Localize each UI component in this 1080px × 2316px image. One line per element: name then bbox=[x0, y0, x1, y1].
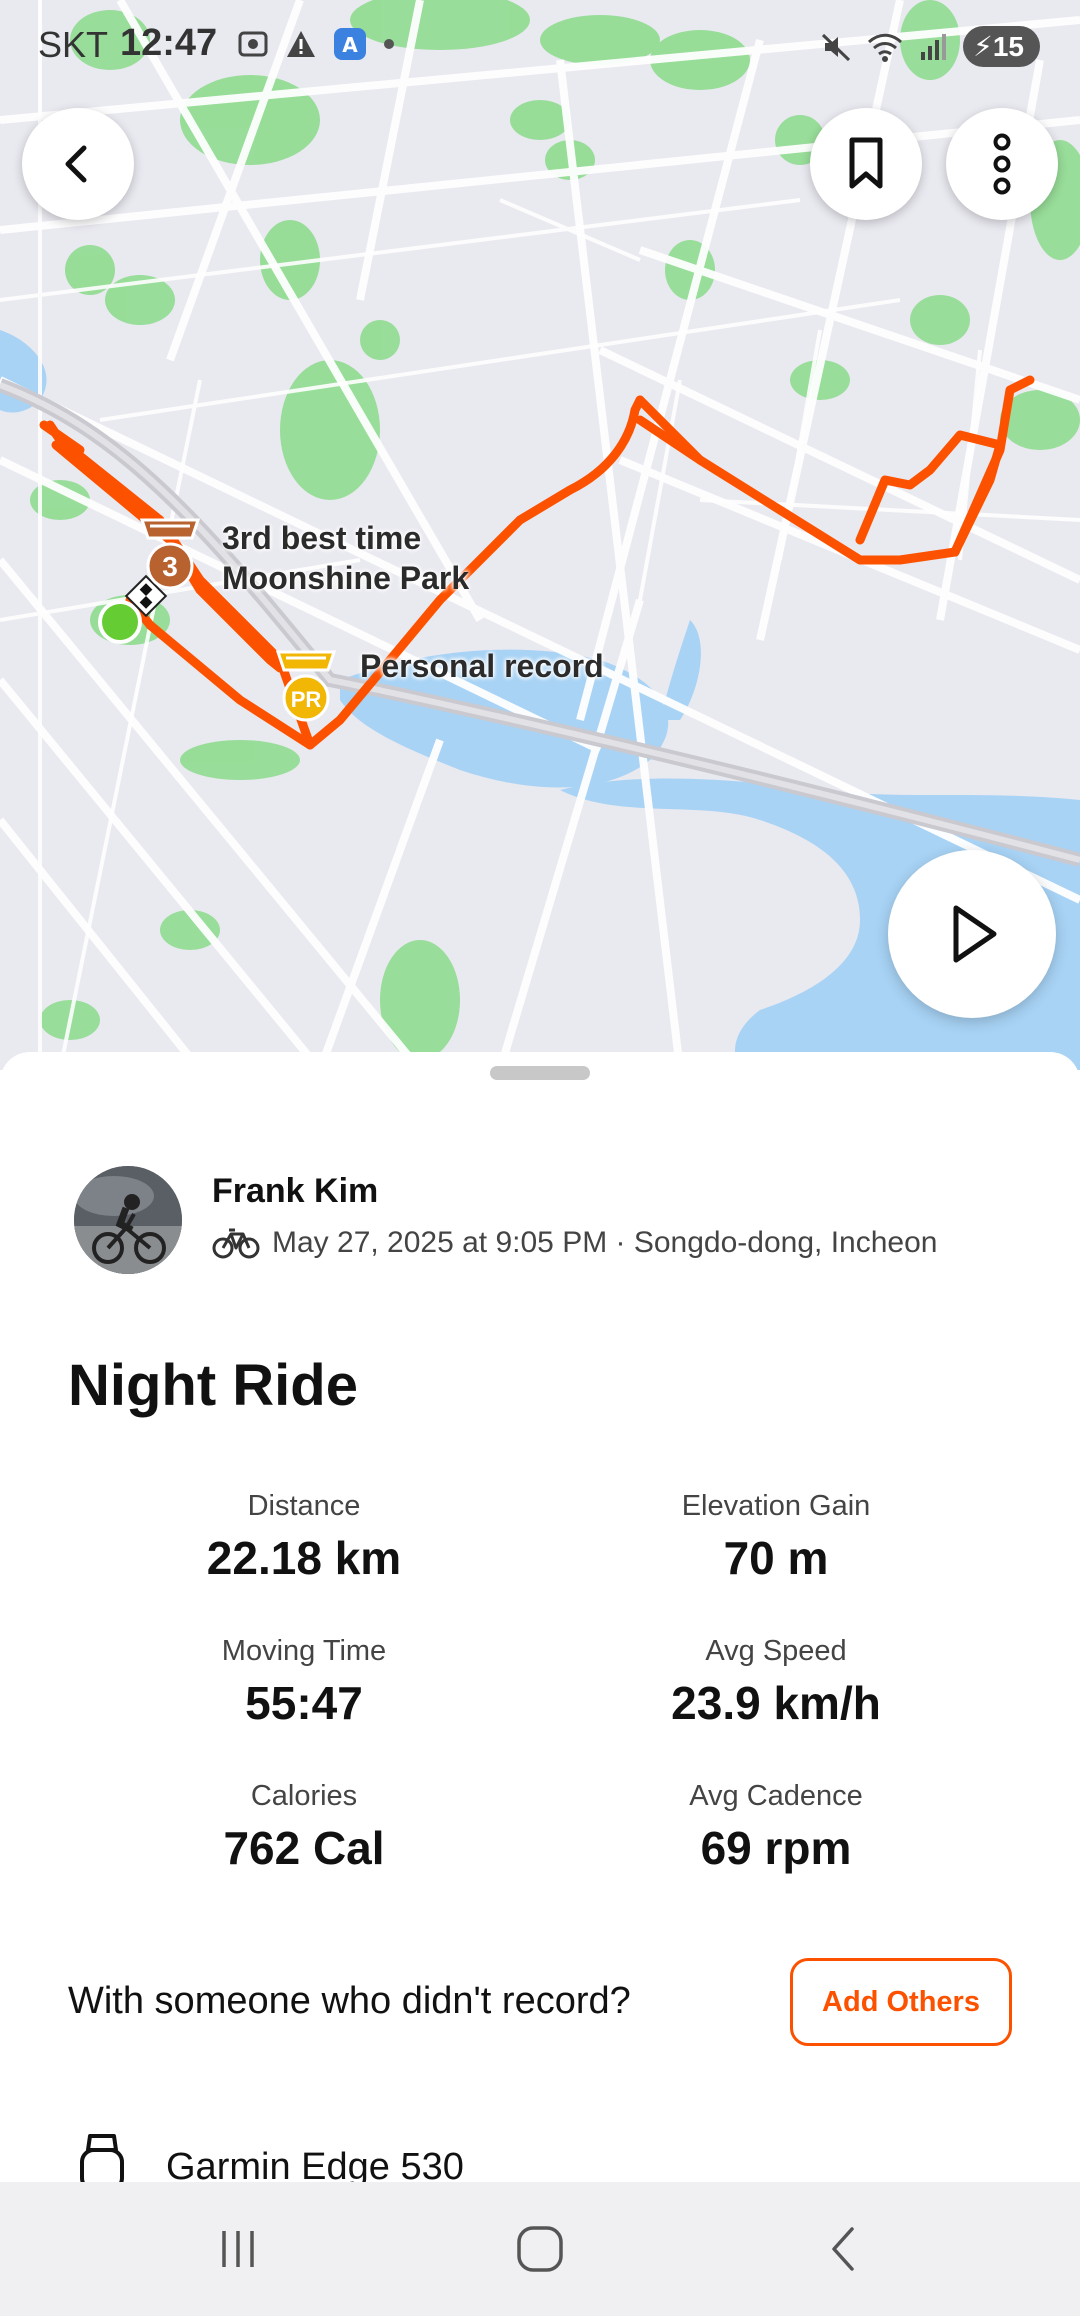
bike-icon bbox=[212, 1228, 260, 1259]
stat-label: Distance bbox=[247, 1490, 361, 1522]
third-badge-label: 3 bbox=[162, 551, 178, 582]
personal-record-label: Personal record bbox=[360, 648, 604, 684]
avatar[interactable] bbox=[74, 1166, 182, 1274]
stat-avg-cadence: Avg Cadence 69 rpm bbox=[566, 1780, 986, 1875]
carrier-label: SKT bbox=[38, 24, 109, 65]
third-best-badge[interactable]: 3 bbox=[136, 516, 204, 597]
signal-icon bbox=[921, 33, 947, 60]
route-map[interactable]: SKT 12:47 A ⚡15 3 3rd best time Moonshin… bbox=[0, 0, 1080, 1070]
stat-label: Avg Speed bbox=[705, 1635, 847, 1667]
bookmark-icon bbox=[849, 137, 883, 189]
recent-apps-button[interactable] bbox=[198, 2216, 278, 2282]
add-others-button[interactable]: Add Others bbox=[790, 1958, 1012, 2046]
stat-elevation-gain: Elevation Gain 70 m bbox=[566, 1490, 986, 1585]
play-icon bbox=[953, 905, 997, 963]
personal-record-badge[interactable]: PR bbox=[272, 648, 340, 729]
bookmark-button[interactable] bbox=[810, 108, 922, 220]
system-nav-bar bbox=[0, 2182, 1080, 2316]
warning-icon bbox=[287, 31, 315, 57]
athlete-name[interactable]: Frank Kim bbox=[212, 1172, 378, 1211]
system-back-button[interactable] bbox=[804, 2216, 884, 2282]
back-arrow-icon bbox=[65, 145, 87, 183]
segment-rank-label: 3rd best time bbox=[222, 520, 422, 556]
svg-text:A: A bbox=[342, 33, 358, 57]
bronze-medal-icon: 3 bbox=[139, 518, 201, 590]
pr-medal-icon: PR bbox=[275, 650, 337, 722]
status-system-icons: ⚡15 bbox=[819, 26, 1040, 67]
stat-label: Calories bbox=[250, 1780, 358, 1812]
add-others-prompt: With someone who didn't record? bbox=[68, 1980, 631, 2022]
stat-moving-time: Moving Time 55:47 bbox=[94, 1635, 514, 1730]
back-chevron-icon bbox=[832, 2227, 854, 2271]
stat-calories: Calories 762 Cal bbox=[94, 1780, 514, 1875]
stat-value: 22.18 km bbox=[206, 1532, 402, 1584]
pr-badge-label: PR bbox=[291, 687, 322, 712]
stat-label: Elevation Gain bbox=[681, 1490, 871, 1522]
stat-value: 23.9 km/h bbox=[671, 1677, 881, 1729]
status-bar: SKT 12:47 A ⚡15 bbox=[0, 0, 1080, 96]
status-notification-icons: A bbox=[236, 26, 396, 62]
stat-value: 55:47 bbox=[245, 1677, 363, 1729]
wifi-icon bbox=[868, 33, 903, 62]
watch-icon bbox=[80, 2134, 124, 2182]
activity-title: Night Ride bbox=[68, 1353, 358, 1418]
battery-indicator: ⚡15 bbox=[963, 26, 1040, 67]
activity-meta: May 27, 2025 at 9:05 PM · Songdo-dong, I… bbox=[212, 1226, 937, 1260]
screenshot-icon bbox=[238, 31, 268, 57]
stat-avg-speed: Avg Speed 23.9 km/h bbox=[566, 1635, 986, 1730]
activity-details-sheet[interactable]: Frank Kim May 27, 2025 at 9:05 PM · Song… bbox=[0, 1052, 1080, 2182]
notification-dot-icon bbox=[384, 39, 394, 49]
device-name: Garmin Edge 530 bbox=[166, 2145, 464, 2183]
clock: 12:47 bbox=[120, 22, 218, 64]
mute-icon bbox=[822, 33, 851, 61]
more-vertical-icon bbox=[993, 133, 1011, 195]
activity-date-location: May 27, 2025 at 9:05 PM · Songdo-dong, I… bbox=[272, 1226, 938, 1259]
play-flyover-button[interactable] bbox=[888, 850, 1056, 1018]
battery-level: 15 bbox=[992, 31, 1024, 62]
segment-name-label: Moonshine Park bbox=[222, 560, 470, 596]
stat-label: Moving Time bbox=[221, 1635, 387, 1667]
translate-app-icon: A bbox=[334, 28, 366, 60]
back-button[interactable] bbox=[22, 108, 134, 220]
home-button[interactable] bbox=[500, 2216, 580, 2282]
home-icon bbox=[517, 2226, 563, 2272]
stat-distance: Distance 22.18 km bbox=[94, 1490, 514, 1585]
stat-label: Avg Cadence bbox=[689, 1780, 863, 1812]
sheet-drag-handle[interactable] bbox=[490, 1066, 590, 1080]
avatar-image bbox=[74, 1166, 182, 1274]
stat-value: 69 rpm bbox=[700, 1822, 852, 1874]
recent-apps-icon bbox=[222, 2231, 254, 2267]
stat-value: 762 Cal bbox=[223, 1822, 385, 1874]
more-options-button[interactable] bbox=[946, 108, 1058, 220]
stat-value: 70 m bbox=[723, 1532, 829, 1584]
device-row[interactable]: Garmin Edge 530 bbox=[74, 2132, 464, 2182]
